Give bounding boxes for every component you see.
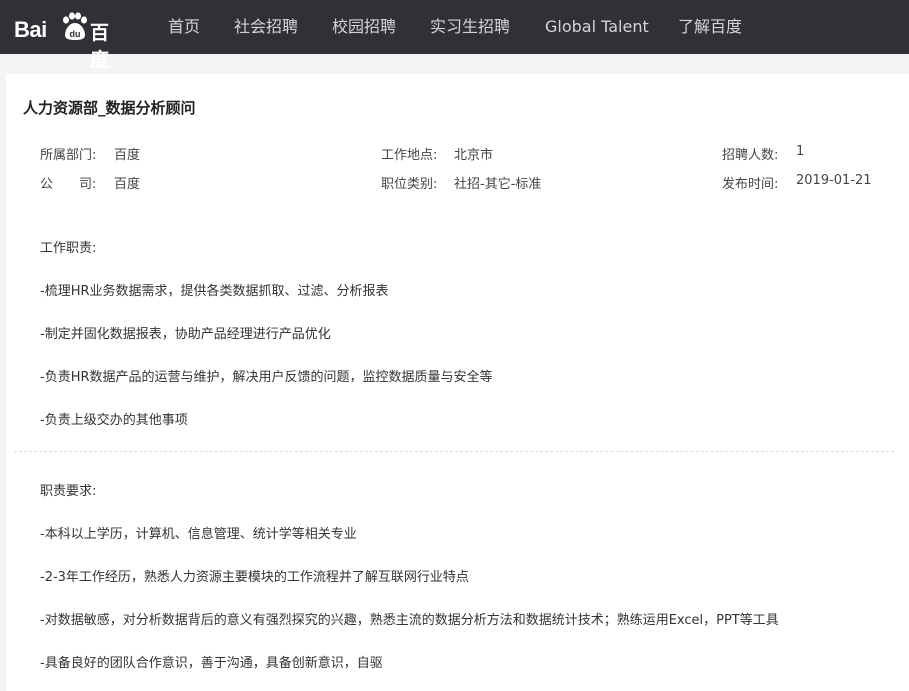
nav-home[interactable]: 首页 — [168, 0, 200, 54]
requirement-item: -本科以上学历，计算机、信息管理、统计学等相关专业 — [40, 527, 357, 542]
company-label: 公 司: — [40, 177, 97, 192]
location-label: 工作地点: — [381, 148, 438, 163]
requirement-item: -对数据敏感，对分析数据背后的意义有强烈探究的兴趣，熟悉主流的数据分析方法和数据… — [40, 613, 779, 628]
logo-text-mid: du — [70, 29, 81, 39]
publish-date-value: 2019-01-21 — [796, 173, 872, 188]
nav-social-recruitment[interactable]: 社会招聘 — [234, 0, 298, 54]
department-label: 所属部门: — [40, 148, 97, 163]
duty-item: -梳理HR业务数据需求，提供各类数据抓取、过滤、分析报表 — [40, 284, 389, 299]
duty-item: -负责HR数据产品的运营与维护，解决用户反馈的问题，监控数据质量与安全等 — [40, 370, 493, 385]
duty-item: -负责上级交办的其他事项 — [40, 413, 188, 428]
logo-text-right: 百度 — [90, 23, 110, 71]
duties-heading: 工作职责: — [40, 241, 97, 256]
top-navigation-bar: Bai du 百度 首页 社会招聘 校园招聘 实习生招聘 Global Tale… — [0, 0, 909, 71]
nav-about-baidu[interactable]: 了解百度 — [678, 0, 742, 54]
nav-global-talent[interactable]: Global Talent — [545, 0, 649, 54]
nav-intern-recruitment[interactable]: 实习生招聘 — [430, 0, 510, 54]
headcount-label: 招聘人数: — [722, 148, 779, 163]
publish-date-label: 发布时间: — [722, 177, 779, 192]
headcount-value: 1 — [796, 144, 805, 159]
requirements-heading: 职责要求: — [40, 484, 97, 499]
requirement-item: -具备良好的团队合作意识，善于沟通，具备创新意识，自驱 — [40, 656, 383, 671]
logo-text-left: Bai — [14, 17, 47, 42]
baidu-logo[interactable]: Bai du 百度 — [14, 9, 122, 71]
section-divider — [14, 451, 894, 452]
location-value: 北京市 — [454, 148, 494, 163]
nav-campus-recruitment[interactable]: 校园招聘 — [332, 0, 396, 54]
job-title: 人力资源部_数据分析顾问 — [23, 99, 196, 117]
company-value: 百度 — [114, 177, 141, 192]
department-value: 百度 — [114, 148, 141, 163]
duty-item: -制定并固化数据报表，协助产品经理进行产品优化 — [40, 327, 331, 342]
requirement-item: -2-3年工作经历，熟悉人力资源主要模块的工作流程并了解互联网行业特点 — [40, 570, 469, 585]
category-value: 社招-其它-标准 — [454, 177, 542, 192]
baidu-paw-icon: du — [63, 12, 87, 40]
category-label: 职位类别: — [381, 177, 438, 192]
